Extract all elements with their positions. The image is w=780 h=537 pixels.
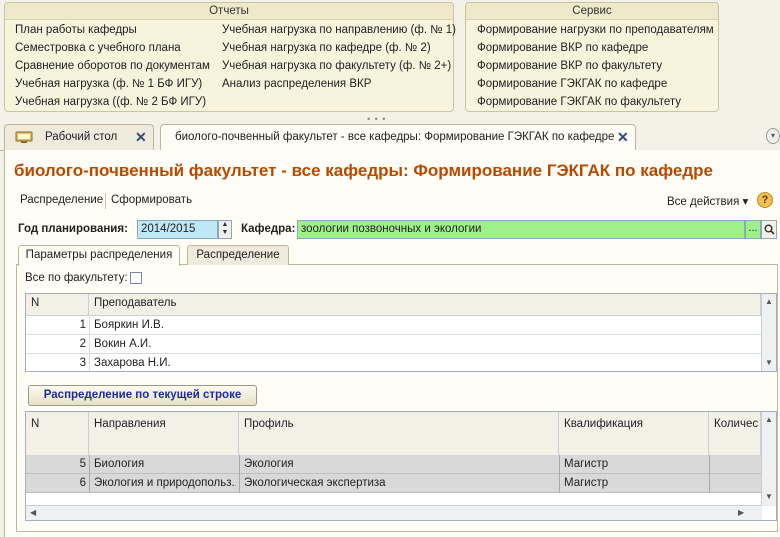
- scroll-down-icon[interactable]: ▼: [765, 492, 773, 501]
- tab-desktop[interactable]: Рабочий стол ✕: [4, 124, 154, 150]
- row-n: 5: [79, 458, 86, 470]
- tab-menu-icon[interactable]: ▾: [766, 128, 780, 144]
- year-field[interactable]: 2014/2015: [137, 220, 218, 239]
- directions-table: N Направления Профиль Квалификация Колич…: [25, 411, 777, 521]
- scroll-left-icon[interactable]: ◀: [30, 508, 36, 517]
- row-direction: Биология: [94, 458, 145, 470]
- report-link-work-plan[interactable]: План работы кафедры: [15, 24, 137, 36]
- all-actions-menu[interactable]: Все действия ▾: [667, 194, 748, 208]
- scroll-up-icon[interactable]: ▲: [765, 415, 773, 424]
- year-stepper[interactable]: ▲ ▼: [218, 220, 232, 239]
- command-separator: [105, 193, 106, 209]
- directions-header: N Направления Профиль Квалификация Колич…: [26, 412, 776, 456]
- row-n: 6: [79, 477, 86, 489]
- service-link-vkr-faculty[interactable]: Формирование ВКР по факультету: [477, 60, 662, 72]
- report-link-turnover[interactable]: Сравнение оборотов по документам: [15, 60, 210, 72]
- tab-form[interactable]: биолого-почвенный факультет - все кафедр…: [160, 124, 636, 151]
- teachers-header: N Преподаватель: [26, 294, 776, 316]
- close-icon[interactable]: ✕: [135, 129, 147, 146]
- service-link-gek-faculty[interactable]: Формирование ГЭКГАК по факультету: [477, 96, 681, 108]
- report-link-vkr-analysis[interactable]: Анализ распределения ВКР: [222, 78, 371, 90]
- col-direction-header[interactable]: Направления: [89, 412, 239, 455]
- teachers-table: N Преподаватель 1 Бояркин И.В. 2 Вокин А…: [25, 293, 777, 372]
- page-title: биолого-почвенный факультет - все кафедр…: [14, 161, 713, 180]
- tab-distribution[interactable]: Распределение: [187, 245, 289, 265]
- row-profile: Экология: [244, 458, 294, 470]
- report-link-load-f2[interactable]: Учебная нагрузка ((ф. № 2 БФ ИГУ): [15, 96, 206, 108]
- row-teacher: Захарова Н.И.: [94, 357, 171, 369]
- search-icon[interactable]: [761, 220, 777, 239]
- tab-form-label: биолого-почвенный факультет - все кафедр…: [175, 131, 615, 143]
- scroll-right-icon[interactable]: ▶: [738, 508, 744, 517]
- teachers-vertical-scrollbar[interactable]: ▲ ▼: [761, 294, 776, 371]
- department-label: Кафедра:: [241, 223, 296, 235]
- row-direction: Экология и природопольз...: [94, 477, 236, 489]
- col-n-header[interactable]: N: [26, 294, 89, 315]
- service-link-gek-dept[interactable]: Формирование ГЭКГАК по кафедре: [477, 78, 667, 90]
- table-row[interactable]: 3 Захарова Н.И.: [26, 354, 762, 371]
- scroll-down-icon[interactable]: ▼: [765, 358, 773, 367]
- help-icon[interactable]: ?: [757, 192, 773, 208]
- col-n-header[interactable]: N: [26, 412, 89, 455]
- splitter-grip[interactable]: • • •: [367, 114, 386, 124]
- scroll-up-icon[interactable]: ▲: [765, 297, 773, 306]
- service-link-teacher-load[interactable]: Формирование нагрузки по преподавателям: [477, 24, 714, 36]
- service-link-vkr-dept[interactable]: Формирование ВКР по кафедре: [477, 42, 648, 54]
- tab-bar: Рабочий стол ✕ биолого-почвенный факульт…: [0, 124, 780, 151]
- generate-command[interactable]: Сформировать: [111, 194, 192, 206]
- row-qualification: Магистр: [564, 477, 609, 489]
- table-row[interactable]: 6 Экология и природопольз... Экологическ…: [26, 474, 762, 493]
- department-select-button[interactable]: ...: [745, 220, 761, 239]
- desktop-icon: [15, 130, 33, 144]
- tab-distribution-params[interactable]: Параметры распределения: [18, 245, 180, 266]
- report-link-load-direction[interactable]: Учебная нагрузка по направлению (ф. № 1): [222, 24, 456, 36]
- distribute-command[interactable]: Распределение: [20, 194, 103, 206]
- table-row[interactable]: 2 Вокин А.И.: [26, 335, 762, 353]
- report-link-load-faculty[interactable]: Учебная нагрузка по факультету (ф. № 2+): [222, 60, 451, 72]
- distribute-current-row-button[interactable]: Распределение по текущей строке: [28, 385, 257, 406]
- reports-panel-title: Отчеты: [5, 3, 453, 20]
- row-teacher: Бояркин И.В.: [94, 319, 164, 331]
- row-qualification: Магистр: [564, 458, 609, 470]
- row-teacher: Вокин А.И.: [94, 338, 152, 350]
- col-profile-header[interactable]: Профиль: [239, 412, 559, 455]
- col-teacher-header[interactable]: Преподаватель: [89, 294, 761, 315]
- row-profile: Экологическая экспертиза: [244, 477, 386, 489]
- all-faculty-label: Все по факультету:: [25, 272, 128, 284]
- all-faculty-checkbox[interactable]: [130, 272, 142, 284]
- col-count-header[interactable]: Количес: [709, 412, 761, 455]
- report-link-semester[interactable]: Семестровка с учебного плана: [15, 42, 181, 54]
- tab-desktop-label: Рабочий стол: [45, 131, 118, 143]
- row-n: 2: [79, 338, 86, 350]
- report-link-load-dept[interactable]: Учебная нагрузка по кафедре (ф. № 2): [222, 42, 431, 54]
- row-n: 3: [79, 357, 86, 369]
- directions-horizontal-scrollbar[interactable]: ◀ ▶: [26, 505, 762, 520]
- report-link-load-f1[interactable]: Учебная нагрузка (ф. № 1 БФ ИГУ): [15, 78, 202, 90]
- year-label: Год планирования:: [18, 223, 128, 235]
- table-row[interactable]: 5 Биология Экология Магистр: [26, 455, 762, 474]
- col-qualification-header[interactable]: Квалификация: [559, 412, 709, 455]
- directions-vertical-scrollbar[interactable]: ▲ ▼: [761, 412, 776, 506]
- department-field[interactable]: зоологии позвоночных и экологии: [297, 220, 745, 239]
- table-row[interactable]: 1 Бояркин И.В.: [26, 316, 762, 334]
- service-panel-title: Сервис: [466, 3, 718, 20]
- close-icon[interactable]: ✕: [617, 129, 629, 146]
- row-n: 1: [79, 319, 86, 331]
